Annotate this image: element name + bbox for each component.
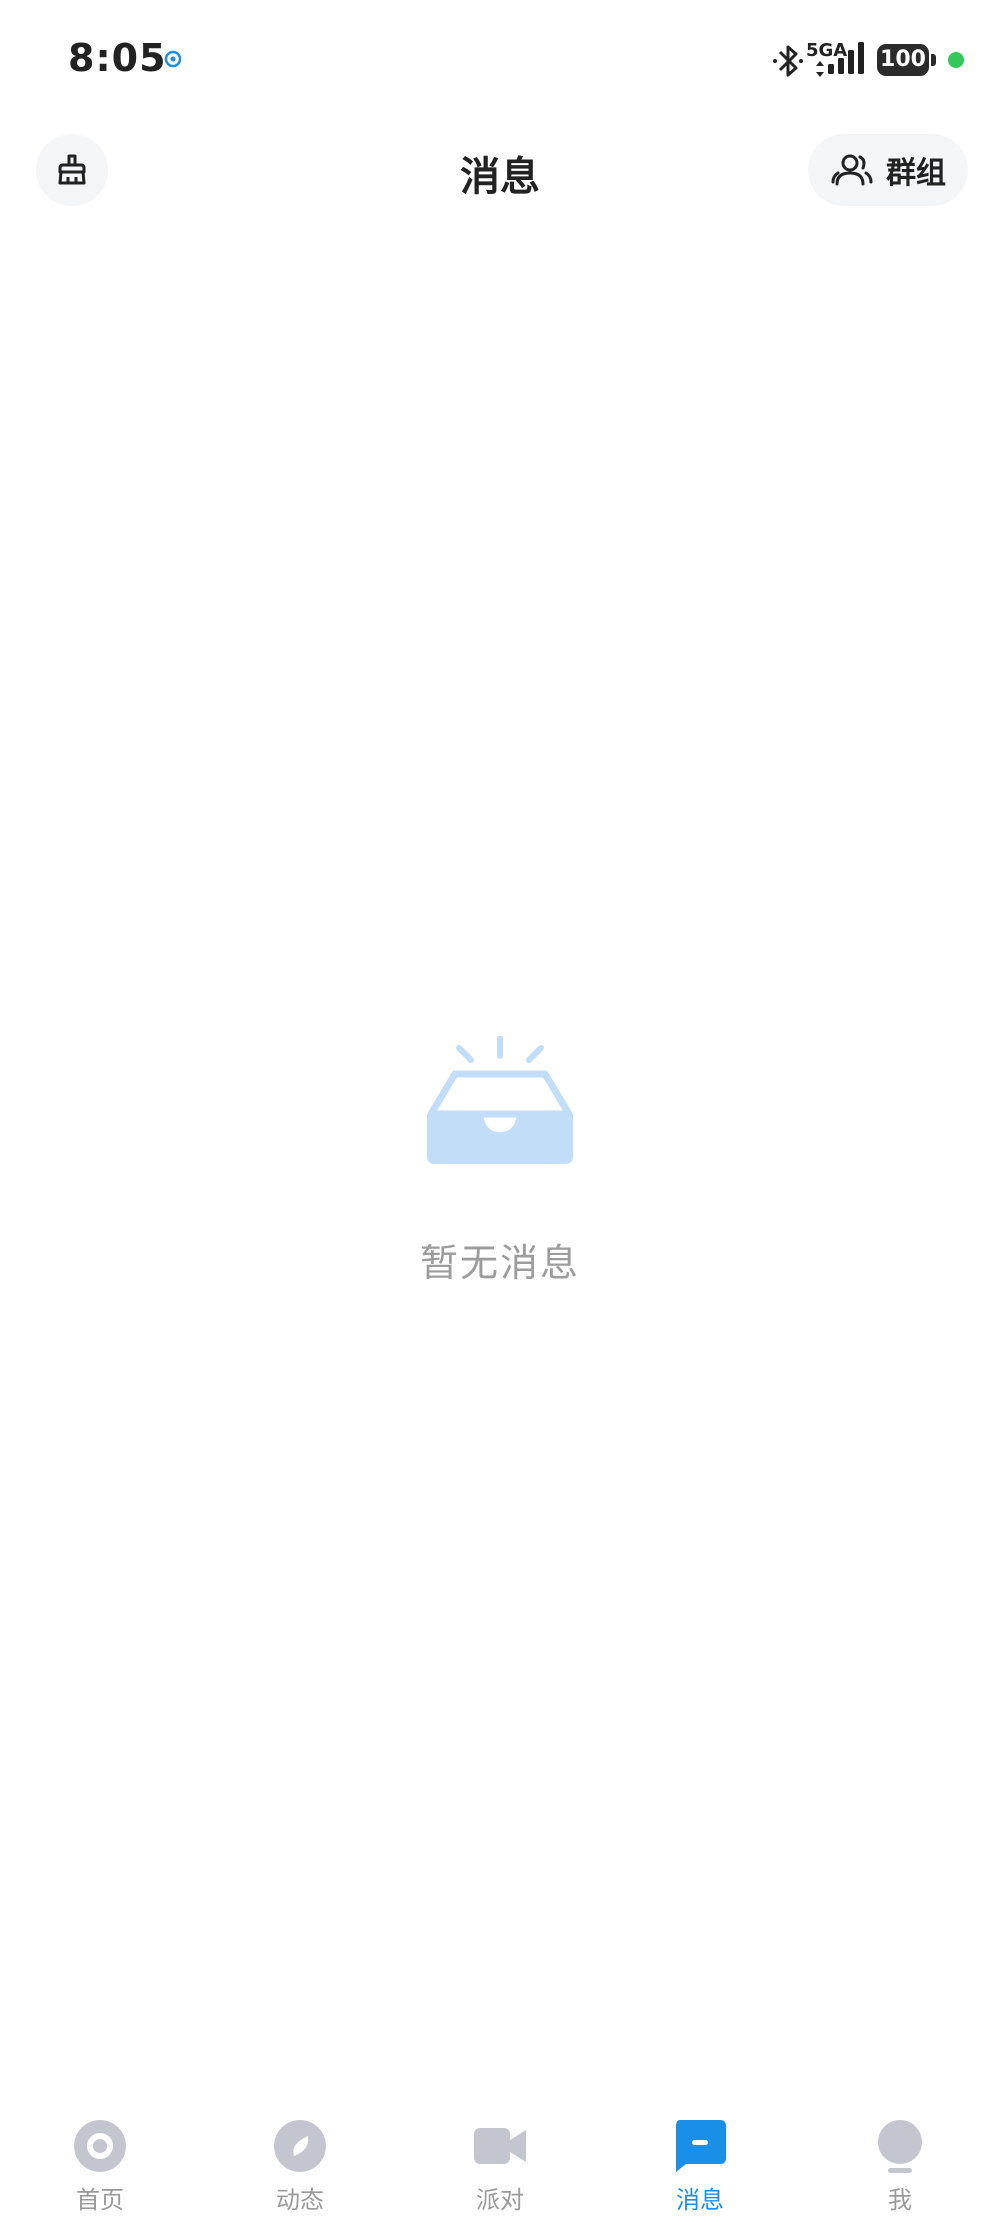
status-time: 8:05 (68, 36, 167, 80)
profile-icon (878, 2120, 922, 2173)
group-button-label: 群组 (886, 156, 946, 191)
status-bar: 8:05 5GA 100 (0, 0, 1000, 120)
tab-feed-label: 动态 (276, 2186, 324, 2214)
bottom-tab-bar: 首页 动态 派对 消息 我 (0, 2100, 1000, 2222)
tab-messages-label: 消息 (676, 2186, 724, 2214)
home-icon (74, 2120, 126, 2172)
data-arrows-icon (816, 61, 824, 77)
tab-me[interactable]: 我 (800, 2118, 1000, 2218)
tab-messages[interactable]: 消息 (600, 2118, 800, 2218)
empty-state-text: 暂无消息 (419, 1241, 580, 1285)
header: 消息 群组 (0, 130, 1000, 210)
signal-icon (828, 42, 864, 74)
empty-inbox-icon (427, 1036, 573, 1164)
tab-party-label: 派对 (476, 2186, 524, 2214)
tab-feed[interactable]: 动态 (200, 2118, 400, 2218)
people-icon (831, 154, 873, 186)
tab-me-label: 我 (888, 2186, 912, 2214)
bluetooth-icon (773, 45, 803, 77)
messages-screen: 8:05 5GA 100 消息 群组 暂无消息 首页 动态 派对 消息 我 (0, 0, 1000, 2222)
message-icon (676, 2120, 726, 2172)
battery-tip (931, 54, 936, 66)
video-icon (474, 2128, 526, 2164)
battery-level: 100 (877, 44, 929, 76)
compass-icon (274, 2120, 326, 2172)
status-indicator-dot (948, 52, 964, 68)
app-notification-icon (164, 50, 182, 68)
group-button[interactable]: 群组 (808, 134, 968, 206)
tab-party[interactable]: 派对 (400, 2118, 600, 2218)
tab-home-label: 首页 (76, 2186, 124, 2214)
tab-home[interactable]: 首页 (0, 2118, 200, 2218)
